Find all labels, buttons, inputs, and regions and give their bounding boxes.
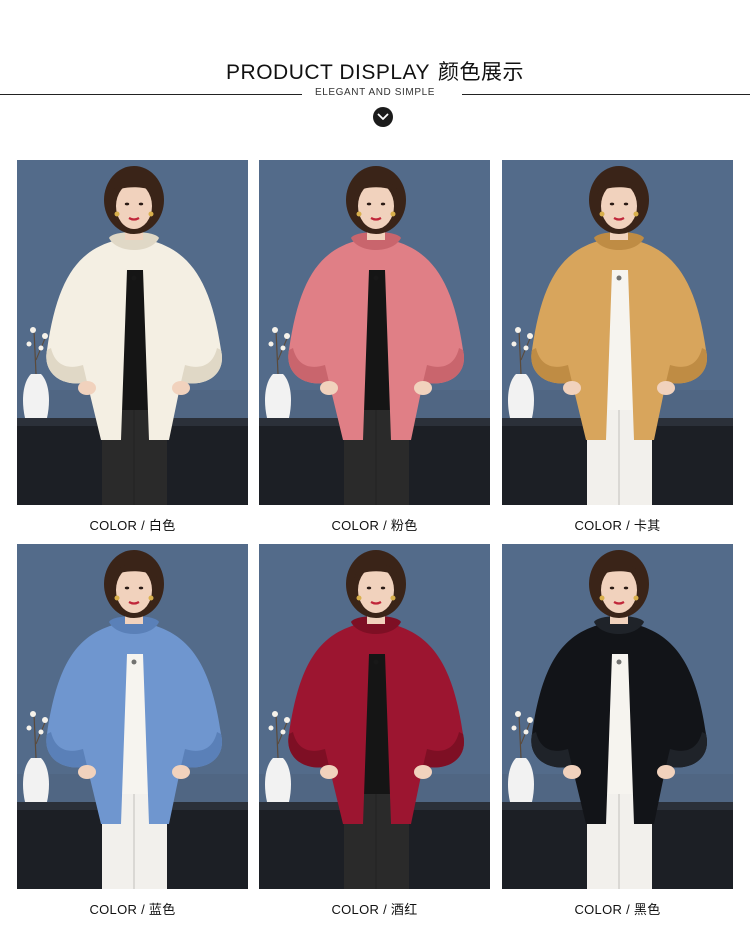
product-photo[interactable] bbox=[17, 544, 248, 889]
color-caption: COLOR / 蓝色 bbox=[89, 902, 176, 918]
color-name: 酒红 bbox=[390, 903, 418, 918]
product-card-black[interactable]: COLOR / 黑色 bbox=[502, 544, 733, 918]
product-card-blue[interactable]: COLOR / 蓝色 bbox=[17, 544, 248, 918]
product-photo[interactable] bbox=[502, 544, 733, 889]
product-card-pink[interactable]: COLOR / 粉色 bbox=[259, 160, 490, 534]
page-subtitle: ELEGANT AND SIMPLE bbox=[314, 87, 436, 98]
color-caption: COLOR / 卡其 bbox=[574, 518, 661, 534]
color-caption: COLOR / 粉色 bbox=[331, 518, 418, 534]
product-photo[interactable] bbox=[17, 160, 248, 505]
chevron-down-icon bbox=[373, 107, 393, 127]
color-name: 黑色 bbox=[633, 903, 661, 918]
title-chinese: 颜色展示 bbox=[437, 60, 524, 84]
color-name: 卡其 bbox=[633, 519, 661, 534]
product-photo[interactable] bbox=[502, 160, 733, 505]
color-name: 白色 bbox=[148, 519, 176, 534]
page-title: PRODUCT DISPLAY 颜色展示 bbox=[0, 56, 750, 86]
color-name: 蓝色 bbox=[148, 903, 176, 918]
page-header: PRODUCT DISPLAY 颜色展示 ELEGANT AND SIMPLE bbox=[0, 0, 750, 140]
product-card-white[interactable]: COLOR / 白色 bbox=[17, 160, 248, 534]
product-card-wine-red[interactable]: COLOR / 酒红 bbox=[259, 544, 490, 918]
product-photo[interactable] bbox=[259, 160, 490, 505]
product-photo[interactable] bbox=[259, 544, 490, 889]
color-caption: COLOR / 白色 bbox=[89, 518, 176, 534]
product-card-khaki[interactable]: COLOR / 卡其 bbox=[502, 160, 733, 534]
color-name: 粉色 bbox=[390, 519, 418, 534]
color-caption: COLOR / 黑色 bbox=[574, 902, 661, 918]
color-caption: COLOR / 酒红 bbox=[331, 902, 418, 918]
title-english: PRODUCT DISPLAY bbox=[226, 61, 430, 84]
